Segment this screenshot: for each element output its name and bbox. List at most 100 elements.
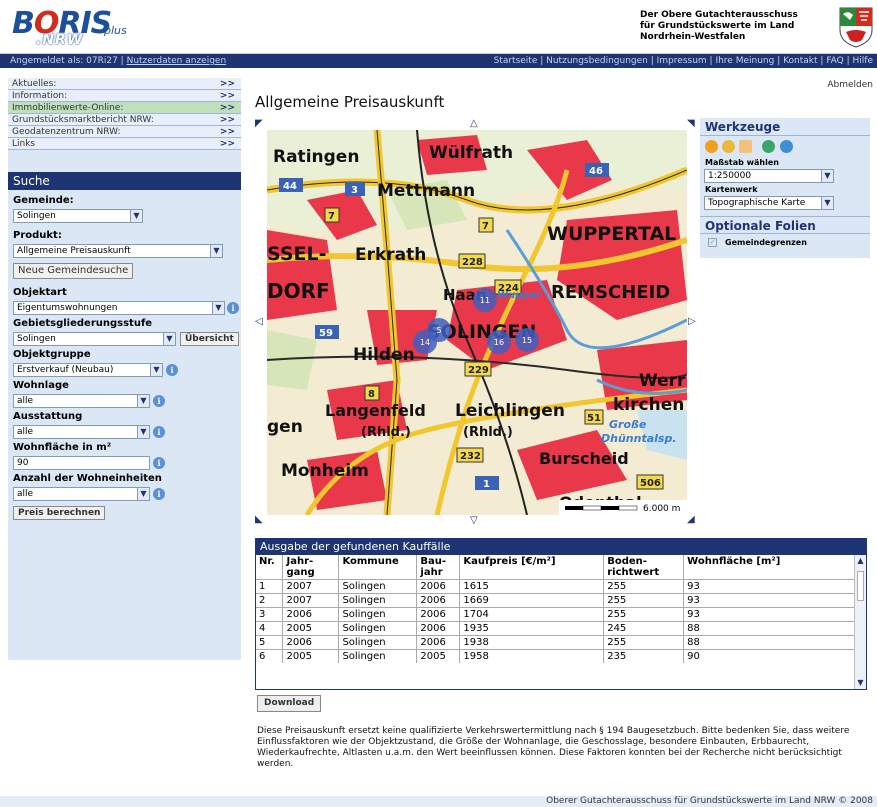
table-row[interactable]: 1 2007 Solingen 2006 1615 255 93 — [256, 579, 855, 594]
place-name: Burscheid — [539, 449, 629, 468]
road-sign: 44 — [283, 181, 297, 192]
org-line-1: Der Obere Gutachterausschuss — [640, 10, 798, 20]
chevron-down-icon: ▼ — [130, 210, 142, 222]
pan-south-icon[interactable]: ▽ — [470, 515, 478, 526]
place-name: Langenfeld — [325, 401, 426, 420]
column-header[interactable]: Nr. — [256, 555, 284, 580]
zoom-in-icon[interactable] — [705, 140, 718, 153]
chevron-down-icon: ▼ — [137, 426, 149, 438]
zoom-out-icon[interactable] — [722, 140, 735, 153]
pan-northeast-icon[interactable]: ◥ — [687, 118, 695, 129]
column-header[interactable]: Kommune — [338, 555, 418, 580]
back-icon[interactable] — [780, 140, 793, 153]
pan-hand-icon[interactable] — [739, 140, 752, 153]
scroll-down-icon[interactable]: ▼ — [855, 677, 866, 689]
ausstattung-select[interactable]: alle ▼ — [13, 425, 150, 439]
table-row[interactable]: 4 2005 Solingen 2006 1935 245 88 — [256, 621, 855, 636]
nav-link-kontakt[interactable]: Kontakt — [783, 56, 817, 66]
download-button[interactable]: Download — [257, 695, 322, 712]
sidebar-item-immobilienwerte[interactable]: Immobilienwerte-Online: >> — [8, 102, 241, 114]
produkt-select[interactable]: Allgemeine Preisauskunft ▼ — [13, 244, 223, 258]
table-row[interactable]: 6 2005 Solingen 2005 1958 235 90 — [256, 649, 855, 663]
neue-gemeindesuche-button[interactable]: Neue Gemeindesuche — [13, 263, 134, 279]
nav-link-startseite[interactable]: Startseite — [494, 56, 538, 66]
objektart-select[interactable]: Eigentumswohnungen ▼ — [13, 301, 225, 315]
pan-northwest-icon[interactable]: ◤ — [255, 118, 263, 129]
sidebar-item-label: Geodatenzentrum NRW: — [12, 127, 121, 137]
table-cell: 2006 — [282, 635, 340, 650]
gemeindegrenzen-option[interactable]: ✓ Gemeindegrenzen — [700, 236, 870, 250]
expand-arrows-icon: >> — [219, 91, 235, 101]
expand-arrows-icon: >> — [219, 79, 235, 89]
nav-link-ihre-meinung[interactable]: Ihre Meinung — [715, 56, 774, 66]
pan-west-icon[interactable]: ◁ — [255, 316, 263, 327]
sidebar-item-geodatenzentrum[interactable]: Geodatenzentrum NRW: >> — [8, 126, 241, 138]
table-cell: Solingen — [338, 607, 418, 622]
organisation-name: Der Obere Gutachterausschuss für Grundst… — [640, 10, 820, 43]
gebiet-select[interactable]: Solingen ▼ — [13, 332, 176, 346]
sidebar-item-label: Information: — [12, 91, 68, 101]
results-title: Ausgabe der gefundenen Kauffälle — [256, 539, 866, 555]
table-row[interactable]: 3 2006 Solingen 2006 1704 255 93 — [256, 607, 855, 622]
place-name: Werr — [639, 371, 686, 391]
scale-select[interactable]: 1:250000 ▼ — [704, 169, 834, 183]
nav-link-nutzungsbedingungen[interactable]: Nutzungsbedingungen — [546, 56, 648, 66]
preis-berechnen-button[interactable]: Preis berechnen — [13, 506, 106, 520]
wohnlage-select[interactable]: alle ▼ — [13, 394, 150, 408]
sidebar-item-aktuelles[interactable]: Aktuelles: >> — [8, 78, 241, 90]
column-header[interactable]: Boden- richtwert — [603, 555, 685, 580]
table-cell: 1615 — [459, 579, 605, 594]
column-header[interactable]: Kaufpreis [€/m²] — [459, 555, 605, 580]
sidebar-item-links[interactable]: Links >> — [8, 138, 241, 150]
wohnflaeche-input[interactable]: 90 — [13, 456, 150, 470]
column-header[interactable]: Bau- jahr — [416, 555, 461, 580]
checkbox-icon[interactable]: ✓ — [708, 238, 717, 247]
pan-north-icon[interactable]: △ — [470, 118, 478, 129]
user-data-link[interactable]: Nutzerdaten anzeigen — [127, 56, 227, 66]
results-scrollbar[interactable]: ▲ ▼ — [854, 555, 866, 689]
table-cell: 2005 — [282, 621, 340, 636]
topographic-map[interactable]: 44 3 46 7 7 228 224 59 229 8 51 232 1 50… — [267, 130, 687, 515]
anzahl-select[interactable]: alle ▼ — [13, 487, 150, 501]
nav-link-hilfe[interactable]: Hilfe — [853, 56, 873, 66]
table-row[interactable]: 5 2006 Solingen 2006 1938 255 88 — [256, 635, 855, 650]
anzahl-info-icon[interactable]: i — [153, 488, 165, 500]
table-cell: 2007 — [282, 593, 340, 608]
table-row[interactable]: 2 2007 Solingen 2006 1669 255 93 — [256, 593, 855, 608]
gemeinde-select[interactable]: Solingen ▼ — [13, 209, 143, 223]
wohnlage-value: alle — [17, 396, 34, 406]
scroll-up-icon[interactable]: ▲ — [855, 555, 866, 567]
header: BORIS plus .NRW Der Obere Gutachteraussc… — [0, 0, 877, 54]
pan-east-icon[interactable]: ▷ — [688, 316, 696, 327]
expand-arrows-icon: >> — [219, 127, 235, 137]
wohnflaeche-info-icon[interactable]: i — [153, 457, 165, 469]
wohnlage-info-icon[interactable]: i — [153, 395, 165, 407]
refresh-icon[interactable] — [762, 140, 775, 153]
chevron-down-icon: ▼ — [137, 395, 149, 407]
logout-link[interactable]: Abmelden — [827, 80, 873, 90]
objektgruppe-select[interactable]: Erstverkauf (Neubau) ▼ — [13, 363, 163, 377]
gebiet-value: Solingen — [17, 334, 56, 344]
uebersicht-button[interactable]: Übersicht — [180, 332, 239, 346]
column-header[interactable]: Jahr- gang — [282, 555, 340, 580]
objektgruppe-info-icon[interactable]: i — [166, 364, 178, 376]
column-header[interactable]: Wohnfläche [m²] — [683, 555, 855, 580]
boris-logo[interactable]: BORIS plus .NRW — [8, 6, 148, 48]
map-type-label: Kartenwerk — [705, 185, 758, 194]
nav-link-impressum[interactable]: Impressum — [657, 56, 707, 66]
sidebar-item-grundstuecksmarktbericht[interactable]: Grundstücksmarktbericht NRW: >> — [8, 114, 241, 126]
scrollbar-thumb[interactable] — [857, 571, 864, 601]
logged-in-text: Angemeldet als: 07Ri27 | — [10, 56, 124, 66]
table-cell: 255 — [603, 579, 685, 594]
sidebar-item-information[interactable]: Information: >> — [8, 90, 241, 102]
logo-nrw: .NRW — [36, 32, 84, 48]
nav-link-faq[interactable]: FAQ — [826, 56, 843, 66]
page-title: Allgemeine Preisauskunft — [255, 93, 445, 111]
table-cell: 88 — [683, 621, 855, 636]
map-type-select[interactable]: Topographische Karte ▼ — [704, 196, 834, 210]
pan-southwest-icon[interactable]: ◣ — [255, 514, 263, 525]
ausstattung-info-icon[interactable]: i — [153, 426, 165, 438]
place-name: (Rhld.) — [361, 425, 411, 440]
objektart-info-icon[interactable]: i — [227, 302, 239, 314]
pan-southeast-icon[interactable]: ◢ — [687, 514, 695, 525]
